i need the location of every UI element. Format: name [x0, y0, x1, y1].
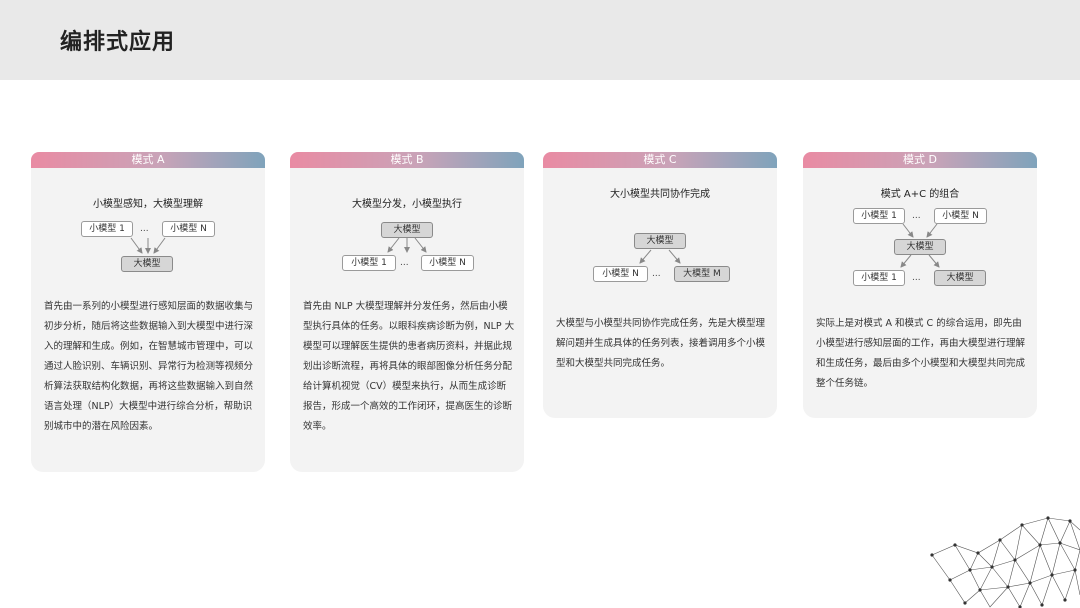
card-header: 模式 A — [31, 152, 265, 168]
ellipsis: ... — [912, 211, 921, 221]
ellipsis: ... — [140, 224, 149, 234]
decorative-network-graphic — [930, 516, 1080, 608]
card-description: 首先由一系列的小模型进行感知层面的数据收集与初步分析，随后将这些数据输入到大模型… — [44, 301, 254, 432]
card-mode-c: 模式 C 大小模型共同协作完成 大模型 小模型 N ... 大模型 M 大模型与… — [543, 152, 777, 418]
node-small-model-n: 小模型 N — [421, 255, 474, 271]
node-large-model-m: 大模型 M — [674, 266, 730, 282]
page-title: 编排式应用 — [60, 30, 176, 55]
diagram-mode-b: 大模型 小模型 1 ... 小模型 N — [290, 220, 524, 290]
node-small-model-1: 小模型 1 — [853, 270, 905, 286]
node-large-model: 大模型 — [381, 222, 433, 238]
node-small-model-n: 小模型 N — [162, 221, 215, 237]
card-subtitle: 小模型感知，大模型理解 — [93, 199, 203, 210]
card-header: 模式 B — [290, 152, 524, 168]
diagram-mode-c: 大模型 小模型 N ... 大模型 M — [543, 232, 777, 302]
node-small-model-n: 小模型 N — [593, 266, 648, 282]
card-description: 实际上是对模式 A 和模式 C 的综合运用，即先由小模型进行感知层面的工作，再由… — [816, 318, 1026, 389]
node-large-model: 大模型 — [934, 270, 986, 286]
card-subtitle: 大小模型共同协作完成 — [610, 189, 710, 200]
diagram-mode-a: 小模型 1 ... 小模型 N 大模型 — [31, 218, 265, 288]
card-subtitle: 大模型分发，小模型执行 — [352, 199, 462, 210]
header-bar: 编排式应用 — [0, 0, 1080, 80]
card-mode-d: 模式 D 模式 A+C 的组合 小模型 1 ... 小模型 N 大模型 小模型 … — [803, 152, 1037, 418]
card-header: 模式 C — [543, 152, 777, 168]
node-large-model: 大模型 — [634, 233, 686, 249]
card-description: 大模型与小模型共同协作完成任务，先是大模型理解问题并生成具体的任务列表，接着调用… — [556, 318, 766, 369]
card-header: 模式 D — [803, 152, 1037, 168]
card-mode-b: 模式 B 大模型分发，小模型执行 大模型 小模型 1 ... 小模型 N 首先由… — [290, 152, 524, 472]
node-small-model-1: 小模型 1 — [853, 208, 905, 224]
card-description: 首先由 NLP 大模型理解并分发任务，然后由小模型执行具体的任务。以眼科疾病诊断… — [303, 301, 515, 432]
ellipsis: ... — [912, 273, 921, 283]
ellipsis: ... — [400, 258, 409, 268]
diagram-mode-d: 小模型 1 ... 小模型 N 大模型 小模型 1 ... 大模型 — [803, 207, 1037, 287]
ellipsis: ... — [652, 269, 661, 279]
card-mode-a: 模式 A 小模型感知，大模型理解 小模型 1 ... 小模型 N 大模型 首先由… — [31, 152, 265, 472]
node-small-model-1: 小模型 1 — [342, 255, 396, 271]
node-large-model: 大模型 — [894, 239, 946, 255]
node-small-model-n: 小模型 N — [934, 208, 987, 224]
card-subtitle: 模式 A+C 的组合 — [880, 189, 960, 200]
node-large-model: 大模型 — [121, 256, 173, 272]
node-small-model-1: 小模型 1 — [81, 221, 133, 237]
